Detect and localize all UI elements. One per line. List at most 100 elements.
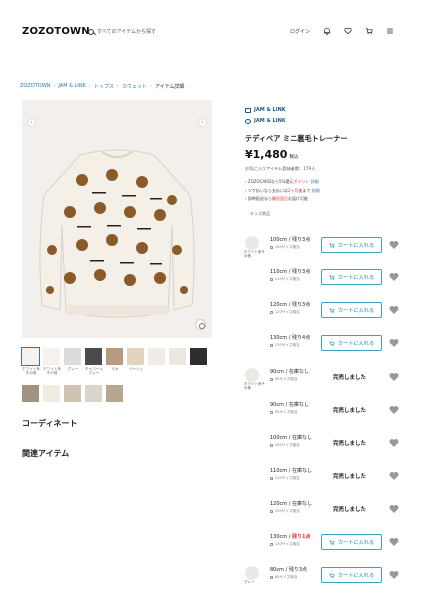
- thumbnail[interactable]: モカ: [106, 348, 123, 371]
- menu-icon[interactable]: [386, 27, 394, 35]
- cart-label: カートに入れる: [337, 242, 375, 249]
- login-link[interactable]: ログイン: [290, 28, 310, 35]
- benefit-item: › ZOZOCARDなら5%還元ポイント 詳細: [245, 179, 319, 184]
- add-to-cart-button[interactable]: カートに入れる: [321, 534, 382, 550]
- cart-icon[interactable]: [365, 27, 373, 35]
- detail-link[interactable]: 詳細: [311, 179, 319, 184]
- stock-status: 残り3点: [288, 567, 308, 573]
- cart-label: カートに入れる: [337, 274, 375, 281]
- color-swatch[interactable]: [245, 236, 259, 250]
- thumbnail[interactable]: [85, 385, 102, 402]
- brand-tag-name: JAM & LINK: [254, 118, 286, 124]
- next-image-button[interactable]: ›: [198, 118, 207, 127]
- size-stock: 100cm / 在庫なし: [270, 435, 313, 441]
- stock-status: 残り3点: [292, 302, 311, 308]
- color-swatch[interactable]: [245, 368, 259, 382]
- search-bar[interactable]: すべてのアイテムから探す: [88, 28, 156, 35]
- breadcrumb-item[interactable]: スウェット: [122, 83, 147, 90]
- cart-label: カートに入れる: [337, 572, 375, 579]
- add-to-cart-button[interactable]: カートに入れる: [321, 567, 382, 583]
- size-value: 130cm: [270, 335, 288, 341]
- cart-icon: [329, 307, 335, 313]
- thumbnail[interactable]: グレー: [64, 348, 81, 371]
- thumbnail[interactable]: [64, 385, 81, 402]
- favorite-heart-icon[interactable]: [389, 570, 399, 580]
- stock-row: 130cm / 残り4点 130サイズ相当 カートに入れる: [245, 334, 415, 364]
- heart-icon[interactable]: [344, 27, 352, 35]
- stock-row: 120cm / 残り3点 120サイズ相当 カートに入れる: [245, 301, 415, 331]
- size-stock: 100cm / 残り3点: [270, 237, 311, 243]
- price-value: ¥1,480: [245, 148, 288, 161]
- add-to-cart-button[interactable]: カートに入れる: [321, 302, 382, 318]
- breadcrumb-current: アイテム詳細: [154, 84, 185, 90]
- favorite-heart-icon[interactable]: [389, 504, 399, 514]
- favorite-heart-icon[interactable]: [389, 438, 399, 448]
- brand-name: JAM & LINK: [254, 107, 286, 113]
- cart-label: カートに入れる: [337, 340, 375, 347]
- sold-out-label: 完売しました: [333, 441, 367, 447]
- bell-icon[interactable]: [323, 27, 331, 35]
- thumbnail[interactable]: [106, 385, 123, 402]
- thumbnail-label: チャコールグレー: [85, 367, 103, 376]
- checkbox-icon: [270, 343, 274, 348]
- size-equivalent: 100サイズ相当: [270, 245, 300, 250]
- benefit-list: › ZOZOCARDなら5%還元ポイント 詳細 › ツケ払いなら支払いは2ヶ月後…: [245, 178, 320, 204]
- favorite-count: お気に入りアイテム登録者数：179人: [245, 166, 316, 171]
- add-to-cart-button[interactable]: カートに入れる: [321, 335, 382, 351]
- favorite-heart-icon[interactable]: [389, 305, 399, 315]
- size-value: 90cm: [270, 369, 284, 375]
- zoom-icon[interactable]: [195, 319, 206, 330]
- checkbox-icon: [270, 476, 274, 481]
- size-equivalent: 110サイズ相当: [270, 277, 300, 282]
- color-name: ホワイト系その他: [244, 250, 265, 258]
- favorite-heart-icon[interactable]: [389, 405, 399, 415]
- size-value: 90cm: [270, 402, 284, 408]
- size-stock: 130cm / 残り4点: [270, 335, 311, 341]
- size-stock: 110cm / 残り3点: [270, 269, 311, 275]
- thumbnail[interactable]: ホワイト系その他: [43, 348, 61, 375]
- add-to-cart-button[interactable]: カートに入れる: [321, 269, 382, 285]
- header-actions: ログイン: [290, 27, 394, 35]
- thumbnail[interactable]: [190, 348, 207, 365]
- favorite-heart-icon[interactable]: [389, 537, 399, 547]
- favorite-heart-icon[interactable]: [389, 471, 399, 481]
- detail-link[interactable]: 詳細: [312, 188, 320, 193]
- stock-row: 130cm / 残り1点 130サイズ相当 カートに入れる: [245, 533, 415, 563]
- product-main-image[interactable]: [22, 100, 212, 338]
- thumbnail[interactable]: ホワイト系その他: [21, 347, 40, 375]
- size-value: 110cm: [270, 269, 288, 275]
- thumbnail[interactable]: [22, 385, 39, 402]
- thumbnail-label: ホワイト系その他: [22, 367, 40, 376]
- search-input[interactable]: すべてのアイテムから探す: [97, 28, 156, 35]
- favorite-heart-icon[interactable]: [389, 372, 399, 382]
- thumbnail[interactable]: [148, 348, 165, 365]
- size-stock: 120cm / 残り3点: [270, 302, 311, 308]
- thumbnail[interactable]: [43, 385, 60, 402]
- search-icon: [88, 28, 94, 35]
- favorite-heart-icon[interactable]: [389, 240, 399, 250]
- brand-tag-link[interactable]: JAM & LINK: [245, 118, 286, 124]
- thumbnail-label: ホワイト系その他: [43, 367, 61, 376]
- stock-row: 100cm / 在庫なし 100サイズ相当 完売しました: [245, 434, 415, 464]
- thumbnail[interactable]: ベージュ: [127, 348, 144, 371]
- brand-link[interactable]: JAM & LINK: [245, 107, 286, 113]
- favorite-heart-icon[interactable]: [389, 338, 399, 348]
- color-swatch[interactable]: [245, 566, 259, 580]
- size-stock: 90cm / 在庫なし: [270, 402, 309, 408]
- breadcrumb-item[interactable]: トップス: [94, 83, 114, 90]
- breadcrumb-item[interactable]: JAM & LINK: [58, 83, 85, 90]
- thumbnail[interactable]: [169, 348, 186, 365]
- breadcrumb-item[interactable]: ZOZOTOWN: [20, 83, 50, 90]
- cart-label: カートに入れる: [337, 307, 375, 314]
- prev-image-button[interactable]: ‹: [27, 118, 36, 127]
- site-logo[interactable]: ZOZOTOWN: [22, 26, 90, 37]
- thumbnail[interactable]: チャコールグレー: [85, 348, 103, 375]
- stock-row: ホワイト系その他 100cm / 残り3点 100サイズ相当 カートに入れる: [244, 236, 415, 266]
- thumbnail-label: ベージュ: [128, 367, 144, 371]
- add-to-cart-button[interactable]: カートに入れる: [321, 237, 382, 253]
- favorite-heart-icon[interactable]: [389, 272, 399, 282]
- size-value: 80cm: [270, 567, 284, 573]
- stock-status: 残り4点: [292, 335, 311, 341]
- size-stock: 120cm / 在庫なし: [270, 501, 313, 507]
- stock-status: 残り1点: [292, 534, 311, 540]
